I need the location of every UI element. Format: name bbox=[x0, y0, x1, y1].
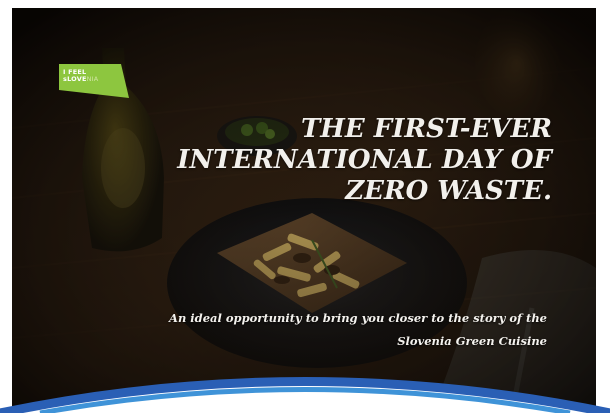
headline-line1: THE FIRST-EVER bbox=[300, 114, 552, 144]
subtitle: An ideal opportunity to bring you closer… bbox=[47, 307, 547, 353]
logo-text-line2: sLOVENIA bbox=[63, 75, 99, 83]
headline-line3: ZERO WASTE. bbox=[345, 176, 552, 206]
blue-arc-decoration bbox=[0, 377, 610, 413]
headline-line2: INTERNATIONAL DAY OF bbox=[177, 145, 552, 175]
subtitle-line1: An ideal opportunity to bring you closer… bbox=[169, 311, 547, 325]
hero-image: I FEEL sLOVENIA THE FIRST-EVER INTERNATI… bbox=[12, 8, 596, 413]
subtitle-line2: Slovenia Green Cuisine bbox=[397, 334, 547, 348]
page-frame: I FEEL sLOVENIA THE FIRST-EVER INTERNATI… bbox=[0, 0, 610, 413]
i-feel-slovenia-logo: I FEEL sLOVENIA bbox=[59, 64, 129, 98]
headline: THE FIRST-EVER INTERNATIONAL DAY OF ZERO… bbox=[132, 114, 552, 207]
